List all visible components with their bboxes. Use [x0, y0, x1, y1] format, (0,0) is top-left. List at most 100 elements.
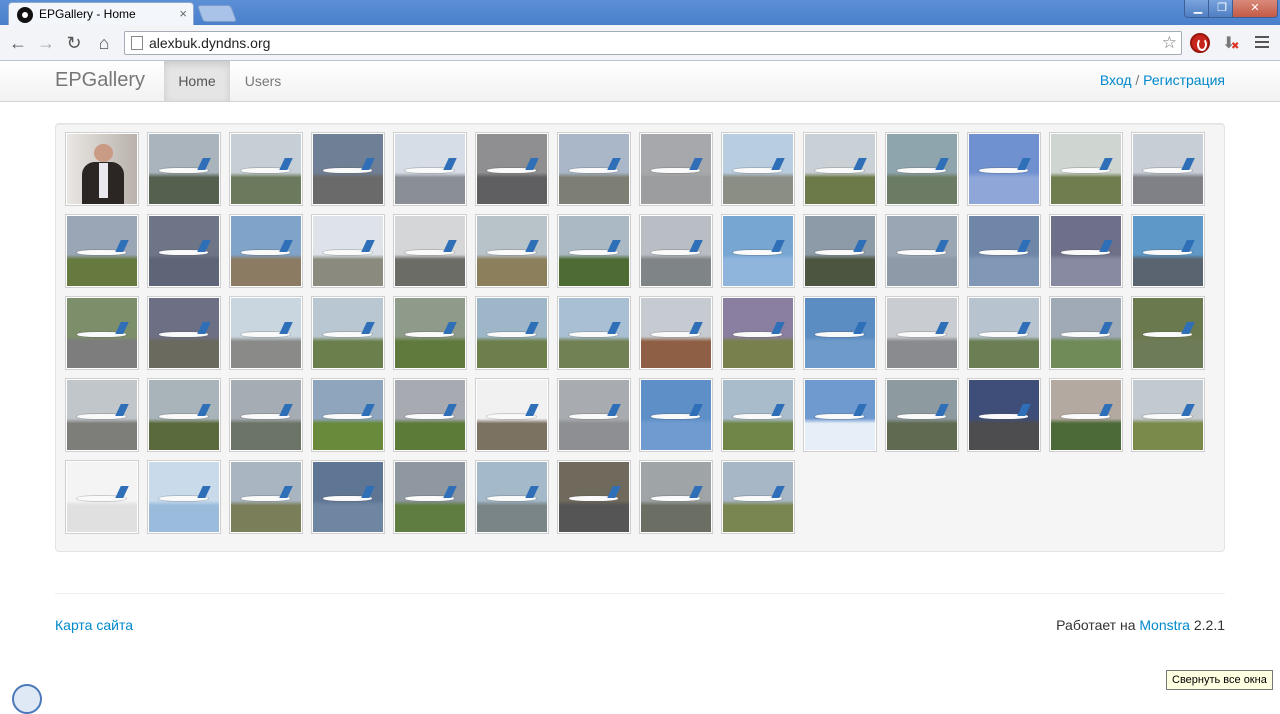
gallery-thumbnail[interactable]	[65, 460, 139, 534]
gallery-thumbnail[interactable]	[967, 378, 1041, 452]
bookmark-star-icon[interactable]: ☆	[1162, 33, 1177, 53]
gallery-thumbnail[interactable]	[393, 460, 467, 534]
gallery-thumbnail[interactable]	[311, 378, 385, 452]
gallery-thumbnail[interactable]	[803, 378, 877, 452]
adblock-extension-icon[interactable]	[1190, 33, 1210, 53]
gallery-thumbnail[interactable]	[475, 296, 549, 370]
gallery-thumbnail[interactable]	[721, 378, 795, 452]
home-icon[interactable]: ⌂	[92, 31, 116, 55]
site-brand[interactable]: EPGallery	[55, 69, 145, 92]
gallery-thumbnail[interactable]	[1131, 214, 1205, 288]
gallery-thumbnail[interactable]	[311, 296, 385, 370]
airplane-fin-shape	[197, 321, 211, 334]
gallery-thumbnail[interactable]	[229, 214, 303, 288]
airplane-fin-shape	[197, 157, 211, 170]
thumbnail-image	[1051, 216, 1121, 286]
gallery-thumbnail[interactable]	[1049, 296, 1123, 370]
gallery-thumbnail[interactable]	[557, 296, 631, 370]
monstra-link[interactable]: Monstra	[1139, 617, 1190, 633]
gallery-thumbnail[interactable]	[885, 132, 959, 206]
gallery-thumbnail[interactable]	[65, 378, 139, 452]
address-url[interactable]: alexbuk.dyndns.org	[149, 35, 270, 51]
gallery-thumbnail[interactable]	[803, 132, 877, 206]
gallery-thumbnail[interactable]	[1131, 378, 1205, 452]
nav-item-home[interactable]: Home	[164, 61, 230, 101]
gallery-thumbnail[interactable]	[147, 214, 221, 288]
gallery-thumbnail[interactable]	[721, 132, 795, 206]
gallery-thumbnail[interactable]	[1049, 132, 1123, 206]
gallery-thumbnail[interactable]	[65, 214, 139, 288]
gallery-thumbnail[interactable]	[311, 214, 385, 288]
gallery-thumbnail[interactable]	[721, 296, 795, 370]
gallery-thumbnail[interactable]	[967, 132, 1041, 206]
gallery-thumbnail[interactable]	[147, 378, 221, 452]
gallery-thumbnail[interactable]	[229, 132, 303, 206]
browser-tab[interactable]: EPGallery - Home ×	[8, 2, 194, 26]
gallery-thumbnail[interactable]	[639, 214, 713, 288]
gallery-thumbnail[interactable]	[65, 132, 139, 206]
nav-item-users[interactable]: Users	[230, 61, 296, 101]
gallery-thumbnail[interactable]	[475, 214, 549, 288]
thumbnail-image	[231, 380, 301, 450]
gallery-thumbnail[interactable]	[475, 378, 549, 452]
airplane-fin-shape	[443, 403, 457, 416]
gallery-thumbnail[interactable]	[65, 296, 139, 370]
gallery-thumbnail[interactable]	[967, 296, 1041, 370]
gallery-thumbnail[interactable]	[393, 378, 467, 452]
gallery-thumbnail[interactable]	[885, 214, 959, 288]
gallery-thumbnail[interactable]	[229, 378, 303, 452]
window-close-button[interactable]: ✕	[1232, 0, 1278, 18]
airplane-fin-shape	[771, 485, 785, 498]
gallery-thumbnail[interactable]	[147, 296, 221, 370]
airplane-fin-shape	[935, 239, 949, 252]
airplane-fin-shape	[689, 485, 703, 498]
gallery-thumbnail[interactable]	[393, 296, 467, 370]
thumbnail-image	[231, 462, 301, 532]
gallery-thumbnail[interactable]	[885, 296, 959, 370]
gallery-thumbnail[interactable]	[475, 132, 549, 206]
gallery-thumbnail[interactable]	[639, 132, 713, 206]
gallery-thumbnail[interactable]	[393, 132, 467, 206]
forward-icon[interactable]: →	[34, 31, 58, 55]
gallery-thumbnail[interactable]	[393, 214, 467, 288]
tab-close-icon[interactable]: ×	[179, 6, 187, 22]
sitemap-link[interactable]: Карта сайта	[55, 617, 133, 633]
gallery-thumbnail[interactable]	[557, 132, 631, 206]
thumbnail-image	[641, 134, 711, 204]
address-bar[interactable]: alexbuk.dyndns.org ☆	[124, 31, 1182, 55]
airplane-fin-shape	[443, 239, 457, 252]
gallery-thumbnail[interactable]	[229, 460, 303, 534]
register-link[interactable]: Регистрация	[1143, 72, 1225, 88]
gallery-thumbnail[interactable]	[311, 460, 385, 534]
gallery-thumbnail[interactable]	[721, 214, 795, 288]
download-extension-icon[interactable]: ⬇ ✖	[1222, 33, 1239, 53]
airplane-fin-shape	[197, 239, 211, 252]
gallery-thumbnail[interactable]	[1131, 132, 1205, 206]
gallery-thumbnail[interactable]	[803, 214, 877, 288]
gallery-thumbnail[interactable]	[639, 378, 713, 452]
gallery-thumbnail[interactable]	[803, 296, 877, 370]
gallery-thumbnail[interactable]	[557, 460, 631, 534]
back-icon[interactable]: ←	[6, 31, 30, 55]
gallery-thumbnail[interactable]	[229, 296, 303, 370]
gallery-thumbnail[interactable]	[1131, 296, 1205, 370]
gallery-thumbnail[interactable]	[311, 132, 385, 206]
gallery-thumbnail[interactable]	[1049, 214, 1123, 288]
gallery-thumbnail[interactable]	[885, 378, 959, 452]
gallery-thumbnail[interactable]	[967, 214, 1041, 288]
gallery-thumbnail[interactable]	[1049, 378, 1123, 452]
reload-icon[interactable]: ↻	[62, 31, 86, 55]
airplane-fin-shape	[279, 485, 293, 498]
gallery-thumbnail[interactable]	[639, 296, 713, 370]
gallery-thumbnail[interactable]	[147, 132, 221, 206]
start-orb-icon[interactable]	[12, 684, 42, 714]
login-link[interactable]: Вход	[1100, 72, 1132, 88]
gallery-thumbnail[interactable]	[557, 378, 631, 452]
gallery-thumbnail[interactable]	[475, 460, 549, 534]
browser-menu-icon[interactable]	[1255, 36, 1269, 51]
gallery-thumbnail[interactable]	[721, 460, 795, 534]
gallery-thumbnail[interactable]	[557, 214, 631, 288]
gallery-thumbnail[interactable]	[147, 460, 221, 534]
gallery-thumbnail[interactable]	[639, 460, 713, 534]
new-tab-button[interactable]	[196, 5, 238, 22]
